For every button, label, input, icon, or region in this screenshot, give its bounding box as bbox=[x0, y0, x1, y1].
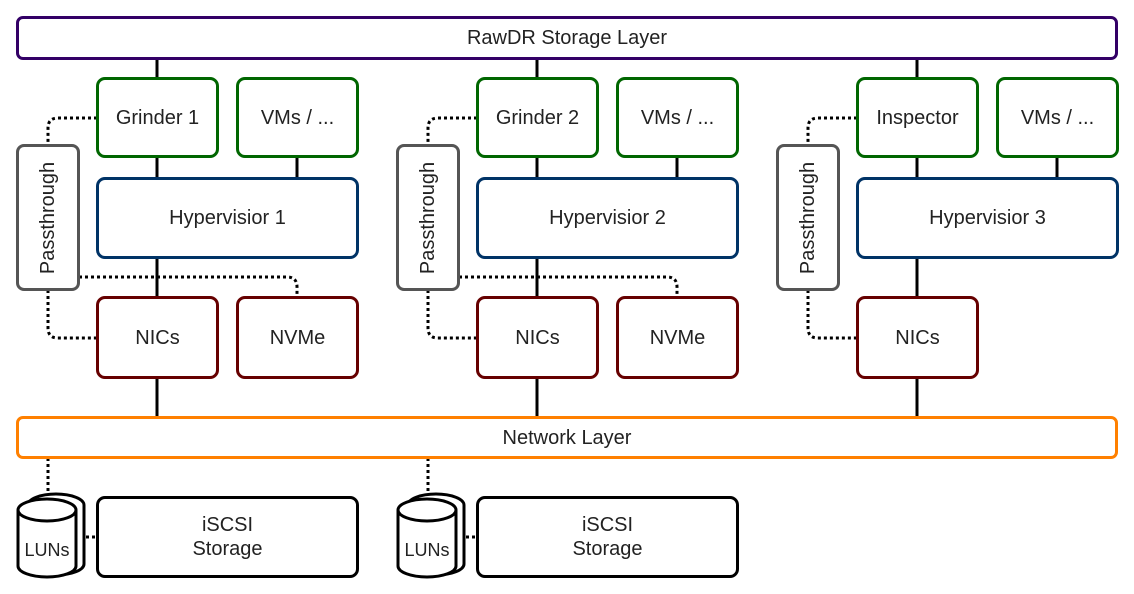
passthrough-link-nics bbox=[46, 290, 97, 340]
nics-label: NICs bbox=[895, 326, 940, 349]
passthrough-link-vm bbox=[426, 116, 477, 145]
passthrough-link-vm bbox=[46, 116, 97, 145]
iscsi-label-line2: Storage bbox=[572, 538, 643, 560]
hypervisor-box[interactable]: Hypervisior 3 bbox=[856, 177, 1119, 259]
passthrough-link-nvme bbox=[79, 275, 299, 297]
passthrough-box[interactable]: Passthrough bbox=[16, 144, 80, 291]
vm-label: Inspector bbox=[876, 106, 959, 129]
lun-cylinder-icon bbox=[16, 492, 86, 579]
nvme-box[interactable]: NVMe bbox=[236, 296, 359, 379]
storage-layer-label: RawDR Storage Layer bbox=[466, 27, 668, 49]
luns-label: LUNs bbox=[404, 540, 450, 560]
passthrough-link-nics bbox=[426, 290, 477, 340]
iscsi-storage-box[interactable]: iSCSI Storage bbox=[476, 496, 739, 578]
iscsi-label-line2: Storage bbox=[192, 538, 263, 560]
vm-label: Grinder 2 bbox=[495, 106, 580, 129]
passthrough-box[interactable]: Passthrough bbox=[396, 144, 460, 291]
vm-box[interactable]: Grinder 1 bbox=[96, 77, 219, 158]
passthrough-box[interactable]: Passthrough bbox=[776, 144, 840, 291]
hypervisor-box[interactable]: Hypervisior 1 bbox=[96, 177, 359, 259]
passthrough-link-nics bbox=[806, 290, 857, 340]
passthrough-label: Passthrough bbox=[37, 161, 60, 274]
nvme-label: NVMe bbox=[269, 326, 326, 349]
iscsi-storage-box[interactable]: iSCSI Storage bbox=[96, 496, 359, 578]
other-vms-label: VMs / ... bbox=[640, 106, 715, 129]
network-layer-label: Network Layer bbox=[502, 426, 632, 449]
nics-box[interactable]: NICs bbox=[476, 296, 599, 379]
hypervisor-label: Hypervisior 3 bbox=[929, 207, 1046, 229]
hypervisor-box[interactable]: Hypervisior 2 bbox=[476, 177, 739, 259]
lun-cylinder-icon bbox=[396, 492, 466, 579]
vm-box[interactable]: Inspector bbox=[856, 77, 979, 158]
other-vms-box[interactable]: VMs / ... bbox=[996, 77, 1119, 158]
passthrough-label: Passthrough bbox=[417, 161, 440, 274]
hypervisor-label: Hypervisior 2 bbox=[549, 207, 666, 229]
storage-layer[interactable]: RawDR Storage Layer bbox=[16, 16, 1118, 60]
other-vms-box[interactable]: VMs / ... bbox=[616, 77, 739, 158]
nvme-label: NVMe bbox=[649, 326, 706, 349]
other-vms-label: VMs / ... bbox=[260, 106, 335, 129]
nics-box[interactable]: NICs bbox=[856, 296, 979, 379]
passthrough-label: Passthrough bbox=[797, 161, 820, 274]
vm-box[interactable]: Grinder 2 bbox=[476, 77, 599, 158]
other-vms-label: VMs / ... bbox=[1020, 106, 1095, 129]
iscsi-label-line1: iSCSI bbox=[581, 514, 634, 536]
nvme-box[interactable]: NVMe bbox=[616, 296, 739, 379]
iscsi-label-line1: iSCSI bbox=[201, 514, 254, 536]
passthrough-link-vm bbox=[806, 116, 857, 145]
passthrough-link-nvme bbox=[459, 275, 679, 297]
nics-label: NICs bbox=[515, 326, 560, 349]
vm-label: Grinder 1 bbox=[115, 106, 200, 129]
nics-label: NICs bbox=[135, 326, 180, 349]
luns-label: LUNs bbox=[24, 540, 70, 560]
nics-box[interactable]: NICs bbox=[96, 296, 219, 379]
network-layer[interactable]: Network Layer bbox=[16, 416, 1118, 459]
hypervisor-label: Hypervisior 1 bbox=[169, 207, 286, 229]
other-vms-box[interactable]: VMs / ... bbox=[236, 77, 359, 158]
